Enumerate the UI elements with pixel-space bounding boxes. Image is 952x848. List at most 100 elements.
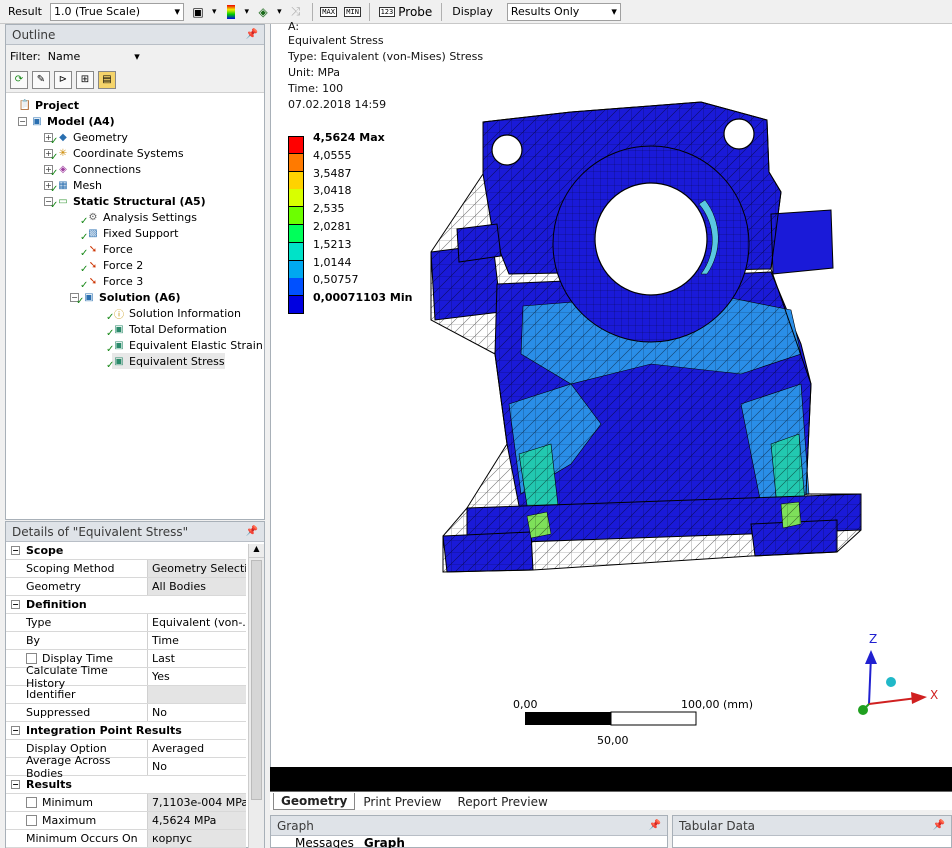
pin-icon[interactable]: 📌 — [933, 820, 945, 831]
scale-combo[interactable]: 1.0 (True Scale) ▾ — [50, 2, 184, 21]
pin-icon[interactable]: 📌 — [246, 526, 258, 537]
folder-icon[interactable]: ▤ — [98, 70, 116, 89]
property-value[interactable]: Averaged — [148, 740, 246, 757]
chevron-down-icon: ▾ — [174, 5, 180, 18]
collapse-toggle-icon[interactable]: − — [11, 600, 20, 609]
model-cube-icon: ▣ — [32, 115, 42, 127]
tab-messages[interactable]: Messages — [295, 836, 354, 848]
tree-node-equivalent-elastic-strain[interactable]: ▣ ✓ Equivalent Elastic Strain — [106, 337, 263, 355]
mesh-icon: ▦ ✓ — [50, 179, 68, 195]
edit-icon[interactable]: ✎ — [32, 70, 50, 89]
tree-node-force-3[interactable]: ➘ ✓ Force 3 — [80, 273, 143, 291]
group-results[interactable]: − Results — [6, 776, 246, 794]
separator — [311, 2, 313, 21]
force-icon: ➘ ✓ — [80, 259, 98, 275]
cube-geometry-icon[interactable]: ▣ — [188, 3, 208, 21]
graph-title-bar: Graph 📌 — [271, 816, 667, 836]
chevron-down-icon[interactable]: ▾ — [212, 7, 217, 17]
result-contour-icon: ▣ ✓ — [106, 323, 124, 339]
chevron-down-icon[interactable]: ▾ — [245, 7, 250, 17]
tree-node-total-deformation[interactable]: ▣ ✓ Total Deformation — [106, 321, 227, 339]
property-row[interactable]: Maximum 4,5624 MPa — [6, 812, 246, 830]
collapse-toggle-icon[interactable]: − — [18, 116, 27, 126]
property-row[interactable]: By Time — [6, 632, 246, 650]
graphics-viewport[interactable]: A: Equivalent Stress Type: Equivalent (v… — [270, 20, 952, 810]
property-value[interactable]: Geometry Selecti... — [148, 560, 246, 577]
vector-icon[interactable]: ⤨ — [286, 3, 306, 21]
property-row[interactable]: Type Equivalent (von-... — [6, 614, 246, 632]
parameter-checkbox[interactable] — [26, 653, 37, 664]
display-combo[interactable]: Results Only ▾ — [506, 2, 621, 21]
group-scope[interactable]: − Scope — [6, 542, 246, 560]
tree-node-force[interactable]: ➘ ✓ Force — [80, 241, 133, 259]
tree-label: Equivalent Stress — [129, 354, 225, 368]
tree-node-model[interactable]: − ▣ Model (A4) — [18, 113, 115, 129]
tab-geometry[interactable]: Geometry — [273, 793, 356, 810]
tabular-title: Tabular Data — [679, 818, 756, 833]
probe-icon: 123 — [378, 6, 396, 17]
tab-print-preview[interactable]: Print Preview — [355, 793, 449, 810]
collapse-toggle-icon[interactable]: − — [11, 726, 20, 735]
chevron-down-icon[interactable]: ▾ — [277, 7, 282, 17]
property-value[interactable]: Time — [148, 632, 246, 649]
property-row[interactable]: Identifier — [6, 686, 246, 704]
filter-combo[interactable]: Name ▾ — [44, 47, 143, 65]
pin-icon[interactable]: 📌 — [246, 29, 258, 40]
parameter-checkbox[interactable] — [26, 815, 37, 826]
tree-label: Mesh — [73, 178, 102, 192]
tree-label: Static Structural (A5) — [73, 194, 206, 208]
collapse-toggle-icon[interactable]: − — [11, 780, 20, 789]
pin-icon[interactable]: 📌 — [649, 820, 661, 831]
min-label-button[interactable]: MIN — [343, 3, 363, 21]
scroll-thumb[interactable] — [251, 560, 262, 800]
property-value[interactable] — [148, 686, 246, 703]
tree-node-coordinate-systems[interactable]: + ✳ ✓ Coordinate Systems — [44, 145, 184, 163]
max-label-button[interactable]: MAX — [319, 3, 339, 21]
property-row[interactable]: Calculate Time History Yes — [6, 664, 246, 690]
parameter-checkbox[interactable] — [26, 797, 37, 808]
details-title: Details of "Equivalent Stress" — [12, 524, 189, 539]
property-row[interactable]: Average Across Bodies No — [6, 754, 246, 780]
refresh-icon[interactable]: ⟳ — [10, 70, 28, 89]
tree-node-solution[interactable]: − ▣ ✓ Solution (A6) — [70, 289, 181, 307]
probe-button[interactable]: 123 Probe — [376, 3, 436, 21]
property-value[interactable]: Equivalent (von-... — [148, 614, 246, 631]
tree-node-connections[interactable]: + ◈ ✓ Connections — [44, 161, 141, 179]
tree-node-static-structural[interactable]: − ▭ ✓ Static Structural (A5) — [44, 193, 206, 211]
property-value[interactable]: Last — [148, 650, 246, 667]
tree-node-solution-information[interactable]: ⓘ ✓ Solution Information — [106, 305, 241, 323]
model-render[interactable] — [271, 24, 952, 767]
property-row[interactable]: Minimum 7,1103e-004 MPa — [6, 794, 246, 812]
collapse-toggle-icon[interactable]: − — [11, 546, 20, 555]
mesh-edges-icon[interactable]: ◈ — [253, 3, 273, 21]
axis-triad[interactable] — [858, 650, 927, 715]
tree-node-geometry[interactable]: + ◆ ✓ Geometry — [44, 129, 128, 147]
tree-node-mesh[interactable]: + ▦ ✓ Mesh — [44, 177, 102, 195]
scroll-up-icon[interactable]: ▲ — [249, 544, 264, 558]
tree-node-analysis-settings[interactable]: ⚙ ✓ Analysis Settings — [80, 209, 197, 227]
outline-title: Outline — [12, 27, 56, 42]
tree-node-project[interactable]: 📋 Project — [18, 97, 79, 113]
property-row[interactable]: Geometry All Bodies — [6, 578, 246, 596]
property-row[interactable]: Scoping MethodGeometry Selecti... — [6, 560, 246, 578]
tree-node-fixed-support[interactable]: ▧ ✓ Fixed Support — [80, 225, 179, 243]
collapse-tree-icon[interactable]: ⊞ — [76, 70, 94, 89]
property-row[interactable]: Minimum Occurs On корпус — [6, 830, 246, 848]
tab-graph[interactable]: Graph — [364, 836, 405, 848]
expand-tree-icon[interactable]: ⊳ — [54, 70, 72, 89]
group-integration-point-results[interactable]: − Integration Point Results — [6, 722, 246, 740]
tree-label: Project — [35, 98, 80, 112]
tree-node-equivalent-stress[interactable]: ▣ ✓ Equivalent Stress — [106, 353, 225, 371]
property-row[interactable]: Suppressed No — [6, 704, 246, 722]
property-value[interactable]: No — [148, 704, 246, 721]
tab-report-preview[interactable]: Report Preview — [450, 793, 556, 810]
tree-node-force-2[interactable]: ➘ ✓ Force 2 — [80, 257, 143, 275]
group-definition[interactable]: − Definition — [6, 596, 246, 614]
property-value[interactable]: No — [148, 758, 246, 775]
property-value[interactable]: Yes — [148, 668, 246, 685]
property-value[interactable]: All Bodies — [148, 578, 246, 595]
details-scrollbar[interactable]: ▲ — [248, 544, 264, 848]
contour-bands-icon[interactable] — [221, 3, 241, 21]
static-structural-icon: ▭ ✓ — [50, 195, 68, 211]
details-pane: Details of "Equivalent Stress" 📌 − Scope … — [5, 521, 265, 848]
